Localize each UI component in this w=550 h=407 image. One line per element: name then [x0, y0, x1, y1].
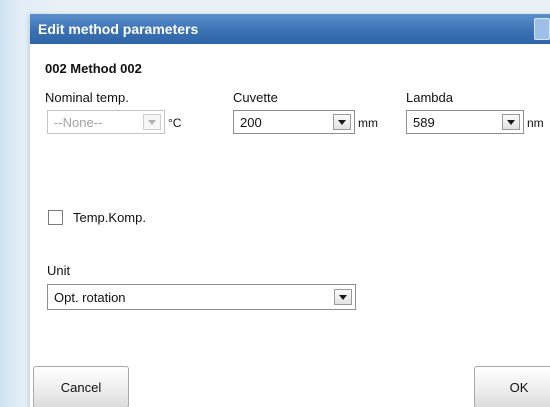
- chevron-down-icon[interactable]: [502, 114, 520, 130]
- cuvette-value: 200: [240, 115, 262, 130]
- edit-method-dialog: Edit method parameters 002 Method 002 No…: [30, 14, 550, 407]
- lambda-select[interactable]: 589: [406, 110, 524, 134]
- temp-komp-label[interactable]: Temp.Komp.: [73, 210, 146, 225]
- lambda-label: Lambda: [406, 90, 453, 105]
- unit-select[interactable]: Opt. rotation: [47, 284, 356, 310]
- nominal-temp-value: --None--: [54, 115, 103, 130]
- nominal-temp-select: --None--: [47, 110, 165, 134]
- temp-komp-checkbox[interactable]: [48, 210, 63, 225]
- cancel-button[interactable]: Cancel: [33, 366, 129, 407]
- unit-label: Unit: [47, 263, 71, 278]
- desktop: Edit method parameters 002 Method 002 No…: [0, 0, 550, 407]
- chevron-down-icon[interactable]: [334, 289, 352, 305]
- dialog-titlebar: Edit method parameters: [30, 14, 550, 44]
- nominal-temp-label: Nominal temp.: [45, 90, 129, 105]
- chevron-down-icon: [143, 114, 161, 130]
- ok-button[interactable]: OK: [474, 366, 550, 407]
- lambda-unit: nm: [527, 116, 544, 130]
- nominal-temp-unit: °C: [168, 116, 182, 130]
- chevron-down-icon[interactable]: [333, 114, 351, 130]
- method-heading: 002 Method 002: [45, 61, 142, 76]
- close-icon[interactable]: [534, 18, 550, 40]
- cuvette-select[interactable]: 200: [233, 110, 355, 134]
- cuvette-unit: mm: [358, 116, 378, 130]
- cuvette-label: Cuvette: [233, 90, 278, 105]
- dialog-title: Edit method parameters: [38, 21, 199, 37]
- lambda-value: 589: [413, 115, 435, 130]
- unit-value: Opt. rotation: [54, 290, 126, 305]
